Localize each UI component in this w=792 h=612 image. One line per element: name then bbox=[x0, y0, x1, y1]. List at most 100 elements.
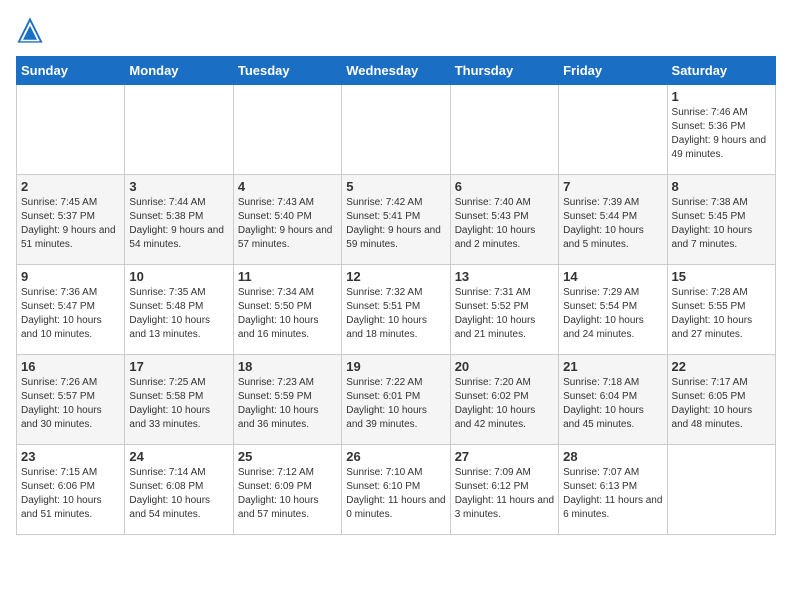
calendar-cell: 3 Sunrise: 7:44 AM Sunset: 5:38 PM Daylig… bbox=[125, 175, 233, 265]
day-detail: Sunrise: 7:09 AM Sunset: 6:12 PM Dayligh… bbox=[455, 466, 554, 522]
calendar-cell: 21 Sunrise: 7:18 AM Sunset: 6:04 PM Dayli… bbox=[559, 355, 667, 445]
calendar-cell: 27 Sunrise: 7:09 AM Sunset: 6:12 PM Dayli… bbox=[450, 445, 558, 535]
day-detail: Sunrise: 7:15 AM Sunset: 6:06 PM Dayligh… bbox=[21, 466, 120, 522]
day-number: 25 bbox=[238, 449, 337, 464]
calendar-cell: 19 Sunrise: 7:22 AM Sunset: 6:01 PM Dayli… bbox=[342, 355, 450, 445]
calendar-cell: 1Sunrise: 7:46 AM Sunset: 5:36 PM Daylig… bbox=[667, 85, 775, 175]
calendar-cell: 13 Sunrise: 7:31 AM Sunset: 5:52 PM Dayli… bbox=[450, 265, 558, 355]
day-detail: Sunrise: 7:35 AM Sunset: 5:48 PM Dayligh… bbox=[129, 286, 228, 342]
page-header bbox=[16, 16, 776, 44]
calendar-cell: 9 Sunrise: 7:36 AM Sunset: 5:47 PM Daylig… bbox=[17, 265, 125, 355]
day-detail: Sunrise: 7:17 AM Sunset: 6:05 PM Dayligh… bbox=[672, 376, 771, 432]
day-number: 3 bbox=[129, 179, 228, 194]
day-number: 1 bbox=[672, 89, 771, 104]
day-detail: Sunrise: 7:18 AM Sunset: 6:04 PM Dayligh… bbox=[563, 376, 662, 432]
calendar-week-row: 16 Sunrise: 7:26 AM Sunset: 5:57 PM Dayli… bbox=[17, 355, 776, 445]
day-number: 13 bbox=[455, 269, 554, 284]
day-detail: Sunrise: 7:23 AM Sunset: 5:59 PM Dayligh… bbox=[238, 376, 337, 432]
calendar-cell bbox=[342, 85, 450, 175]
calendar-week-row: 23 Sunrise: 7:15 AM Sunset: 6:06 PM Dayli… bbox=[17, 445, 776, 535]
day-number: 26 bbox=[346, 449, 445, 464]
day-detail: Sunrise: 7:32 AM Sunset: 5:51 PM Dayligh… bbox=[346, 286, 445, 342]
calendar-week-row: 9 Sunrise: 7:36 AM Sunset: 5:47 PM Daylig… bbox=[17, 265, 776, 355]
calendar-cell: 8Sunrise: 7:38 AM Sunset: 5:45 PM Daylig… bbox=[667, 175, 775, 265]
day-number: 23 bbox=[21, 449, 120, 464]
day-detail: Sunrise: 7:25 AM Sunset: 5:58 PM Dayligh… bbox=[129, 376, 228, 432]
calendar-cell: 18 Sunrise: 7:23 AM Sunset: 5:59 PM Dayli… bbox=[233, 355, 341, 445]
day-detail: Sunrise: 7:26 AM Sunset: 5:57 PM Dayligh… bbox=[21, 376, 120, 432]
calendar-cell: 28 Sunrise: 7:07 AM Sunset: 6:13 PM Dayli… bbox=[559, 445, 667, 535]
day-detail: Sunrise: 7:36 AM Sunset: 5:47 PM Dayligh… bbox=[21, 286, 120, 342]
calendar-cell bbox=[559, 85, 667, 175]
day-number: 21 bbox=[563, 359, 662, 374]
calendar-cell: 11 Sunrise: 7:34 AM Sunset: 5:50 PM Dayli… bbox=[233, 265, 341, 355]
weekday-header-saturday: Saturday bbox=[667, 57, 775, 85]
day-detail: Sunrise: 7:38 AM Sunset: 5:45 PM Dayligh… bbox=[672, 196, 771, 252]
calendar-cell bbox=[125, 85, 233, 175]
calendar-cell: 6Sunrise: 7:40 AM Sunset: 5:43 PM Daylig… bbox=[450, 175, 558, 265]
calendar-cell: 25 Sunrise: 7:12 AM Sunset: 6:09 PM Dayli… bbox=[233, 445, 341, 535]
day-number: 10 bbox=[129, 269, 228, 284]
day-number: 11 bbox=[238, 269, 337, 284]
calendar-cell bbox=[667, 445, 775, 535]
day-detail: Sunrise: 7:42 AM Sunset: 5:41 PM Dayligh… bbox=[346, 196, 445, 252]
day-detail: Sunrise: 7:45 AM Sunset: 5:37 PM Dayligh… bbox=[21, 196, 120, 252]
calendar-week-row: 2 Sunrise: 7:45 AM Sunset: 5:37 PM Daylig… bbox=[17, 175, 776, 265]
day-number: 2 bbox=[21, 179, 120, 194]
day-detail: Sunrise: 7:07 AM Sunset: 6:13 PM Dayligh… bbox=[563, 466, 662, 522]
day-number: 27 bbox=[455, 449, 554, 464]
calendar-week-row: 1Sunrise: 7:46 AM Sunset: 5:36 PM Daylig… bbox=[17, 85, 776, 175]
day-detail: Sunrise: 7:29 AM Sunset: 5:54 PM Dayligh… bbox=[563, 286, 662, 342]
weekday-header-friday: Friday bbox=[559, 57, 667, 85]
calendar-cell: 14 Sunrise: 7:29 AM Sunset: 5:54 PM Dayli… bbox=[559, 265, 667, 355]
day-number: 19 bbox=[346, 359, 445, 374]
calendar-cell: 16 Sunrise: 7:26 AM Sunset: 5:57 PM Dayli… bbox=[17, 355, 125, 445]
day-detail: Sunrise: 7:12 AM Sunset: 6:09 PM Dayligh… bbox=[238, 466, 337, 522]
weekday-header-monday: Monday bbox=[125, 57, 233, 85]
weekday-header-sunday: Sunday bbox=[17, 57, 125, 85]
weekday-header-tuesday: Tuesday bbox=[233, 57, 341, 85]
day-detail: Sunrise: 7:43 AM Sunset: 5:40 PM Dayligh… bbox=[238, 196, 337, 252]
day-number: 14 bbox=[563, 269, 662, 284]
weekday-header-thursday: Thursday bbox=[450, 57, 558, 85]
day-number: 16 bbox=[21, 359, 120, 374]
day-number: 28 bbox=[563, 449, 662, 464]
calendar-cell: 4 Sunrise: 7:43 AM Sunset: 5:40 PM Daylig… bbox=[233, 175, 341, 265]
calendar-cell: 2 Sunrise: 7:45 AM Sunset: 5:37 PM Daylig… bbox=[17, 175, 125, 265]
calendar-cell bbox=[233, 85, 341, 175]
weekday-header-wednesday: Wednesday bbox=[342, 57, 450, 85]
calendar-cell: 15 Sunrise: 7:28 AM Sunset: 5:55 PM Dayli… bbox=[667, 265, 775, 355]
day-detail: Sunrise: 7:31 AM Sunset: 5:52 PM Dayligh… bbox=[455, 286, 554, 342]
day-detail: Sunrise: 7:39 AM Sunset: 5:44 PM Dayligh… bbox=[563, 196, 662, 252]
calendar-cell: 12 Sunrise: 7:32 AM Sunset: 5:51 PM Dayli… bbox=[342, 265, 450, 355]
day-detail: Sunrise: 7:22 AM Sunset: 6:01 PM Dayligh… bbox=[346, 376, 445, 432]
logo-icon bbox=[16, 16, 44, 44]
logo bbox=[16, 16, 48, 44]
day-detail: Sunrise: 7:34 AM Sunset: 5:50 PM Dayligh… bbox=[238, 286, 337, 342]
weekday-header-row: SundayMondayTuesdayWednesdayThursdayFrid… bbox=[17, 57, 776, 85]
day-detail: Sunrise: 7:14 AM Sunset: 6:08 PM Dayligh… bbox=[129, 466, 228, 522]
day-detail: Sunrise: 7:10 AM Sunset: 6:10 PM Dayligh… bbox=[346, 466, 445, 522]
day-number: 15 bbox=[672, 269, 771, 284]
calendar-cell: 7Sunrise: 7:39 AM Sunset: 5:44 PM Daylig… bbox=[559, 175, 667, 265]
calendar-cell: 5 Sunrise: 7:42 AM Sunset: 5:41 PM Daylig… bbox=[342, 175, 450, 265]
calendar-cell: 20 Sunrise: 7:20 AM Sunset: 6:02 PM Dayli… bbox=[450, 355, 558, 445]
day-number: 9 bbox=[21, 269, 120, 284]
day-number: 18 bbox=[238, 359, 337, 374]
calendar-cell: 26 Sunrise: 7:10 AM Sunset: 6:10 PM Dayli… bbox=[342, 445, 450, 535]
calendar-cell: 24 Sunrise: 7:14 AM Sunset: 6:08 PM Dayli… bbox=[125, 445, 233, 535]
calendar-cell: 22Sunrise: 7:17 AM Sunset: 6:05 PM Dayli… bbox=[667, 355, 775, 445]
day-number: 12 bbox=[346, 269, 445, 284]
day-number: 6 bbox=[455, 179, 554, 194]
day-detail: Sunrise: 7:28 AM Sunset: 5:55 PM Dayligh… bbox=[672, 286, 771, 342]
day-number: 5 bbox=[346, 179, 445, 194]
calendar-cell: 23 Sunrise: 7:15 AM Sunset: 6:06 PM Dayli… bbox=[17, 445, 125, 535]
day-detail: Sunrise: 7:20 AM Sunset: 6:02 PM Dayligh… bbox=[455, 376, 554, 432]
calendar-cell: 10 Sunrise: 7:35 AM Sunset: 5:48 PM Dayli… bbox=[125, 265, 233, 355]
day-number: 4 bbox=[238, 179, 337, 194]
calendar-cell bbox=[450, 85, 558, 175]
day-number: 20 bbox=[455, 359, 554, 374]
calendar-cell: 17Sunrise: 7:25 AM Sunset: 5:58 PM Dayli… bbox=[125, 355, 233, 445]
day-number: 24 bbox=[129, 449, 228, 464]
day-detail: Sunrise: 7:44 AM Sunset: 5:38 PM Dayligh… bbox=[129, 196, 228, 252]
